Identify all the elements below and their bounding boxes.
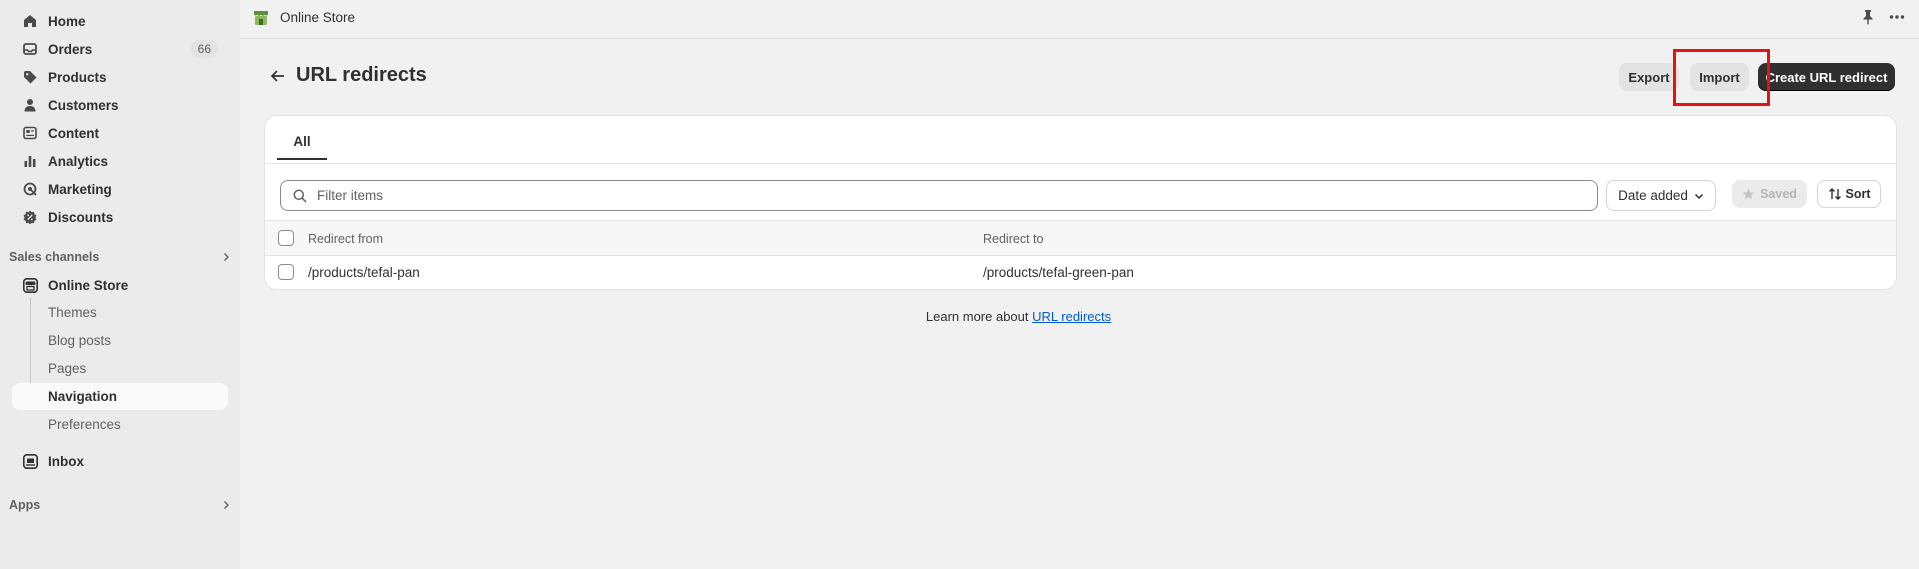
content-icon <box>22 125 38 141</box>
filter-input[interactable]: Filter items <box>280 180 1598 211</box>
tag-icon <box>22 69 38 85</box>
apps-section[interactable]: Apps <box>9 495 231 515</box>
inbox-icon <box>22 453 38 469</box>
sidebar-item-label: Home <box>48 13 86 29</box>
tab-divider <box>265 163 1896 164</box>
sidebar-item-label: Online Store <box>48 277 129 293</box>
sidebar-item-customers[interactable]: Customers <box>12 92 228 118</box>
sidebar-item-home[interactable]: Home <box>12 8 228 34</box>
topbar-store-name[interactable]: Online Store <box>280 10 355 25</box>
row-checkbox[interactable] <box>278 264 294 280</box>
star-icon <box>1742 188 1755 201</box>
sidebar-item-label: Customers <box>48 97 119 113</box>
sidebar-subitem-label: Navigation <box>48 389 118 404</box>
orders-icon <box>22 41 38 57</box>
learn-more-prefix: Learn more about <box>925 309 1029 324</box>
url-redirects-link[interactable]: URL redirects <box>1032 309 1111 324</box>
sidebar-subitem-preferences[interactable]: Preferences <box>12 411 228 438</box>
sidebar-item-online-store[interactable]: Online Store <box>12 272 228 298</box>
sort-label: Sort <box>1845 187 1871 201</box>
target-icon <box>22 181 38 197</box>
select-all-checkbox[interactable] <box>278 230 294 246</box>
date-added-label: Date added <box>1618 188 1688 203</box>
sidebar-item-analytics[interactable]: Analytics <box>12 148 228 174</box>
redirect-to-cell: /products/tefal-green-pan <box>983 265 1134 280</box>
sidebar-item-label: Marketing <box>48 181 112 197</box>
saved-button[interactable]: Saved <box>1732 180 1807 208</box>
sort-button[interactable]: Sort <box>1817 180 1881 208</box>
home-icon <box>22 13 38 29</box>
sidebar-item-label: Products <box>48 69 107 85</box>
person-icon <box>22 97 38 113</box>
page-title: URL redirects <box>296 64 427 86</box>
table-row[interactable]: /products/tefal-pan /products/tefal-gree… <box>265 256 1896 289</box>
redirects-card: All Filter items Date added Saved Sort R… <box>265 116 1896 289</box>
pin-icon[interactable] <box>1861 9 1875 25</box>
sidebar: Home Orders 66 Products Customers Conten… <box>0 0 240 569</box>
export-button[interactable]: Export <box>1619 63 1679 91</box>
sidebar-subitem-label: Blog posts <box>48 333 112 348</box>
sales-channels-section[interactable]: Sales channels <box>9 247 231 267</box>
sidebar-subitem-pages[interactable]: Pages <box>12 355 228 382</box>
sidebar-subitem-label: Preferences <box>48 417 121 432</box>
sales-channels-label: Sales channels <box>9 250 100 264</box>
sidebar-item-inbox[interactable]: Inbox <box>12 448 228 474</box>
search-icon <box>293 189 307 203</box>
sidebar-subitem-navigation[interactable]: Navigation <box>12 383 228 410</box>
sidebar-item-label: Content <box>48 125 99 141</box>
redirect-from-cell: /products/tefal-pan <box>308 265 420 280</box>
chevron-down-icon <box>1694 191 1704 201</box>
topbar-divider <box>240 38 1919 39</box>
learn-more-text: Learn more about URL redirects <box>0 309 1919 324</box>
discount-icon <box>22 209 38 225</box>
highlight-annotation <box>1673 49 1770 106</box>
store-logo-icon <box>252 8 270 26</box>
sidebar-subitem-blog-posts[interactable]: Blog posts <box>12 327 228 354</box>
column-header-redirect-to[interactable]: Redirect to <box>983 232 1043 246</box>
create-url-redirect-button[interactable]: Create URL redirect <box>1758 63 1895 91</box>
chevron-right-icon <box>221 500 231 510</box>
chevron-right-icon <box>221 252 231 262</box>
sidebar-item-label: Inbox <box>48 453 84 469</box>
more-options-icon[interactable] <box>1889 9 1905 25</box>
orders-count-badge: 66 <box>190 40 218 58</box>
apps-label: Apps <box>9 498 41 512</box>
bar-chart-icon <box>22 153 38 169</box>
table-header: Redirect from Redirect to <box>265 220 1896 256</box>
back-arrow-icon[interactable] <box>270 68 286 84</box>
sidebar-item-content[interactable]: Content <box>12 120 228 146</box>
sidebar-item-discounts[interactable]: Discounts <box>12 204 228 230</box>
tab-all[interactable]: All <box>277 124 327 160</box>
sidebar-item-label: Analytics <box>48 153 109 169</box>
sidebar-item-orders[interactable]: Orders 66 <box>12 36 228 62</box>
sidebar-item-marketing[interactable]: Marketing <box>12 176 228 202</box>
sidebar-item-label: Discounts <box>48 209 114 225</box>
column-header-redirect-from[interactable]: Redirect from <box>308 232 383 246</box>
topbar: Online Store <box>240 0 1919 36</box>
sidebar-item-label: Orders <box>48 41 93 57</box>
sort-icon <box>1828 187 1842 201</box>
saved-label: Saved <box>1760 187 1797 201</box>
date-added-select[interactable]: Date added <box>1606 180 1716 211</box>
sidebar-subitem-label: Pages <box>48 361 87 376</box>
store-icon <box>22 277 38 293</box>
sidebar-item-products[interactable]: Products <box>12 64 228 90</box>
filter-placeholder: Filter items <box>317 188 384 203</box>
